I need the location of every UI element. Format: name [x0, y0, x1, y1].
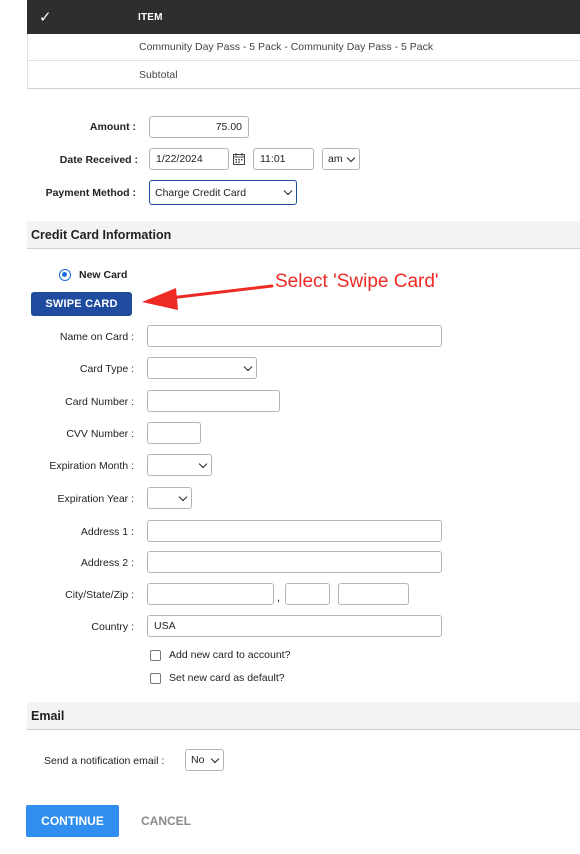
payment-method-value: Charge Credit Card: [155, 186, 247, 199]
default-card-label: Set new card as default?: [169, 672, 285, 684]
table-row: Community Day Pass - 5 Pack - Community …: [27, 34, 580, 61]
add-card-label: Add new card to account?: [169, 649, 291, 661]
new-card-label: New Card: [79, 269, 128, 281]
comma-separator: ,: [277, 592, 281, 604]
subtotal-row: Subtotal: [27, 61, 580, 89]
chevron-down-icon: [283, 186, 293, 196]
check-icon[interactable]: ✓: [27, 8, 138, 26]
name-on-card-input[interactable]: [147, 325, 442, 347]
zip-input[interactable]: [338, 583, 409, 605]
state-input[interactable]: [285, 583, 330, 605]
item-table-header: ✓ ITEM: [27, 0, 580, 34]
card-type-label: Card Type :: [79, 363, 134, 375]
expiration-month-label: Expiration Month :: [49, 460, 134, 472]
date-received-input[interactable]: 1/22/2024: [149, 148, 229, 170]
cvv-label: CVV Number :: [66, 428, 134, 440]
chevron-down-icon: [210, 754, 220, 763]
email-section-header: Email: [27, 702, 580, 730]
continue-button[interactable]: CONTINUE: [26, 805, 119, 837]
card-number-input[interactable]: [147, 390, 280, 412]
notify-email-label: Send a notification email :: [44, 755, 165, 767]
time-input[interactable]: 11:01: [253, 148, 314, 170]
item-name: Community Day Pass - 5 Pack - Community …: [139, 41, 434, 53]
credit-card-section-header: Credit Card Information: [27, 221, 580, 249]
chevron-down-icon: [198, 459, 208, 468]
expiration-year-label: Expiration Year :: [57, 493, 134, 505]
notify-email-select[interactable]: No: [185, 749, 224, 771]
subtotal-label: Subtotal: [139, 68, 178, 81]
ampm-value: am: [328, 153, 343, 165]
card-type-select[interactable]: [147, 357, 257, 379]
payment-method-label: Payment Method :: [45, 187, 136, 199]
swipe-card-button[interactable]: SWIPE CARD: [31, 292, 132, 316]
amount-input[interactable]: 75.00: [149, 116, 249, 138]
section-title: Credit Card Information: [31, 227, 172, 242]
amount-label: Amount :: [89, 121, 136, 133]
new-card-radio[interactable]: [59, 269, 71, 281]
chevron-down-icon: [243, 362, 253, 371]
date-received-label: Date Received :: [59, 154, 138, 166]
ampm-select[interactable]: am: [322, 148, 360, 170]
add-card-checkbox[interactable]: [150, 650, 161, 661]
annotation-arrow-icon: [142, 284, 274, 310]
notify-email-value: No: [191, 754, 205, 766]
address2-label: Address 2 :: [80, 557, 134, 569]
address1-input[interactable]: [147, 520, 442, 542]
city-input[interactable]: [147, 583, 274, 605]
expiration-month-select[interactable]: [147, 454, 212, 476]
calendar-icon[interactable]: [233, 153, 245, 165]
country-label: Country :: [91, 621, 134, 633]
card-number-label: Card Number :: [65, 396, 134, 408]
country-input[interactable]: USA: [147, 615, 442, 637]
name-on-card-label: Name on Card :: [59, 331, 134, 343]
annotation-text: Select 'Swipe Card': [275, 271, 439, 292]
chevron-down-icon: [346, 153, 356, 162]
default-card-checkbox[interactable]: [150, 673, 161, 684]
section-title: Email: [31, 708, 65, 723]
address1-label: Address 1 :: [80, 526, 134, 538]
item-column-header: ITEM: [138, 11, 163, 23]
address2-input[interactable]: [147, 551, 442, 573]
city-state-zip-label: City/State/Zip :: [65, 589, 134, 601]
chevron-down-icon: [178, 492, 188, 501]
item-table: ✓ ITEM Community Day Pass - 5 Pack - Com…: [27, 0, 580, 89]
cvv-input[interactable]: [147, 422, 201, 444]
expiration-year-select[interactable]: [147, 487, 192, 509]
payment-method-select[interactable]: Charge Credit Card: [149, 180, 297, 205]
cancel-button[interactable]: CANCEL: [141, 805, 191, 837]
